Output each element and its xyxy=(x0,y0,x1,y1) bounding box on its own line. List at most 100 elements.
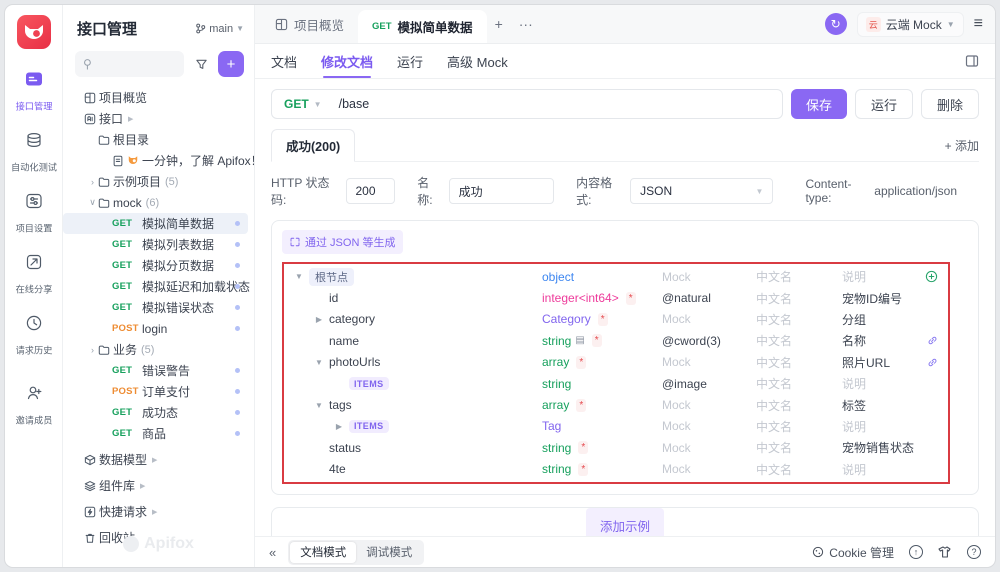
run-button[interactable]: 运行 xyxy=(854,89,913,119)
cn-name-value[interactable]: 中文名 xyxy=(756,309,792,330)
add-child-button[interactable] xyxy=(925,266,938,287)
schema-row-4te[interactable]: 4te string * Mock 中文名 说明 xyxy=(284,459,948,480)
tree-item-模拟错误状态[interactable]: GET 模拟错误状态 xyxy=(63,297,248,318)
doc-tab-修改文档[interactable]: 修改文档 xyxy=(321,44,373,78)
cookie-manager[interactable]: Cookie 管理 xyxy=(812,544,894,561)
tree-item-接口[interactable]: 接口 ▶ xyxy=(63,108,248,129)
response-tab-success[interactable]: 成功(200) xyxy=(271,129,356,162)
generate-from-json-button[interactable]: 通过 JSON 等生成 xyxy=(282,230,404,254)
schema-row-根节点[interactable]: ▼ 根节点 object Mock 中文名 说明 xyxy=(284,266,948,287)
cn-name-value[interactable]: 中文名 xyxy=(756,373,792,394)
cn-name-value[interactable]: 中文名 xyxy=(756,416,792,437)
help-icon[interactable]: ? xyxy=(967,545,981,559)
tree-item-模拟分页数据[interactable]: GET 模拟分页数据 xyxy=(63,255,248,276)
add-response-button[interactable]: + 添加 xyxy=(945,137,979,161)
mock-value[interactable]: @image xyxy=(662,373,707,394)
doc-tab-高级 Mock[interactable]: 高级 Mock xyxy=(447,44,508,78)
tree-item-业务[interactable]: › 业务 (5) xyxy=(63,339,248,360)
description-value[interactable]: 宠物ID编号 xyxy=(842,287,902,308)
doc-tab-运行[interactable]: 运行 xyxy=(397,44,423,78)
tree-item-mock[interactable]: ∨ mock (6) xyxy=(63,192,248,213)
mock-value[interactable]: Mock xyxy=(662,266,691,287)
tree-item-根目录[interactable]: 根目录 xyxy=(63,129,248,150)
tree-item-成功态[interactable]: GET 成功态 xyxy=(63,402,248,423)
environment-selector[interactable]: 云 云端 Mock ▼ xyxy=(856,11,964,37)
link-button[interactable] xyxy=(927,330,938,351)
branch-selector[interactable]: main ▼ xyxy=(195,23,244,35)
description-value[interactable]: 名称 xyxy=(842,330,866,351)
rail-item-history[interactable]: 请求历史 xyxy=(9,313,59,357)
add-api-button[interactable]: + xyxy=(218,51,244,77)
mock-value[interactable]: Mock xyxy=(662,309,691,330)
tree-item-商品[interactable]: GET 商品 xyxy=(63,423,248,444)
format-select[interactable]: JSON ▼ xyxy=(630,178,774,204)
mode-doc[interactable]: 文档模式 xyxy=(290,541,357,563)
mock-value[interactable]: @natural xyxy=(662,287,711,308)
mock-value[interactable]: Mock xyxy=(662,352,691,373)
mock-value[interactable]: Mock xyxy=(662,459,691,480)
mode-debug[interactable]: 调试模式 xyxy=(356,542,422,563)
mock-value[interactable]: Mock xyxy=(662,394,691,415)
status-code-input[interactable]: 200 xyxy=(345,178,396,204)
schema-row-category[interactable]: ▶ category Category * Mock 中文名 分组 xyxy=(284,309,948,330)
description-value[interactable]: 照片URL xyxy=(842,352,890,373)
schema-row-ITEMS[interactable]: ITEMS string @image 中文名 说明 xyxy=(284,373,948,394)
mock-value[interactable]: Mock xyxy=(662,437,691,458)
rail-item-automation[interactable]: 自动化测试 xyxy=(9,130,59,174)
description-value[interactable]: 说明 xyxy=(842,266,866,287)
mock-value[interactable]: Mock xyxy=(662,416,691,437)
rail-item-api-manage[interactable]: 接口管理 xyxy=(9,69,59,113)
tree-item-订单支付[interactable]: POST 订单支付 xyxy=(63,381,248,402)
tree-item-快捷请求[interactable]: 快捷请求 ▶ xyxy=(63,501,248,522)
tree-item-模拟简单数据[interactable]: GET 模拟简单数据 xyxy=(63,213,248,234)
response-name-input[interactable]: 成功 xyxy=(448,178,555,204)
tree-item-组件库[interactable]: 组件库 ▶ xyxy=(63,475,248,496)
tree-item-项目概览[interactable]: 项目概览 xyxy=(63,87,248,108)
tree-item-数据模型[interactable]: 数据模型 ▶ xyxy=(63,449,248,470)
tree-item-login[interactable]: POST login xyxy=(63,318,248,339)
delete-button[interactable]: 删除 xyxy=(920,89,979,119)
collapse-sidebar-icon[interactable]: « xyxy=(269,545,276,560)
url-input[interactable]: /base xyxy=(331,97,370,111)
tree-item-一分钟，了解 Apifox！[interactable]: 一分钟，了解 Apifox！ xyxy=(63,150,254,171)
tab-current-api[interactable]: GET 模拟简单数据 xyxy=(358,10,487,43)
schema-row-status[interactable]: status string * Mock 中文名 宠物销售状态 xyxy=(284,437,948,458)
cn-name-value[interactable]: 中文名 xyxy=(756,330,792,351)
filter-icon[interactable] xyxy=(190,51,212,77)
rail-item-share[interactable]: 在线分享 xyxy=(9,252,59,296)
cn-name-value[interactable]: 中文名 xyxy=(756,266,792,287)
description-value[interactable]: 分组 xyxy=(842,309,866,330)
cn-name-value[interactable]: 中文名 xyxy=(756,287,792,308)
description-value[interactable]: 说明 xyxy=(842,416,866,437)
save-button[interactable]: 保存 xyxy=(790,89,847,119)
menu-icon[interactable]: ≡ xyxy=(974,15,983,33)
tab-more-button[interactable]: ··· xyxy=(511,16,541,32)
description-value[interactable]: 宠物销售状态 xyxy=(842,437,914,458)
theme-shirt-icon[interactable] xyxy=(938,545,952,559)
tree-item-模拟列表数据[interactable]: GET 模拟列表数据 xyxy=(63,234,248,255)
schema-row-tags[interactable]: ▼ tags array * Mock 中文名 标签 xyxy=(284,394,948,415)
link-button[interactable] xyxy=(927,352,938,373)
cn-name-value[interactable]: 中文名 xyxy=(756,459,792,480)
description-value[interactable]: 标签 xyxy=(842,394,866,415)
panel-toggle-icon[interactable] xyxy=(965,54,979,68)
new-tab-button[interactable]: + xyxy=(487,16,511,32)
add-example-button[interactable]: 添加示例 xyxy=(585,507,664,536)
schema-row-ITEMS[interactable]: ▶ ITEMS Tag Mock 中文名 说明 xyxy=(284,416,948,437)
tree-item-示例项目[interactable]: › 示例项目 (5) xyxy=(63,171,248,192)
tree-item-错误警告[interactable]: GET 错误警告 xyxy=(63,360,248,381)
schema-row-name[interactable]: name string ▤ * @cword(3) 中文名 名称 xyxy=(284,330,948,351)
description-value[interactable]: 说明 xyxy=(842,373,866,394)
mock-value[interactable]: @cword(3) xyxy=(662,330,721,351)
update-icon[interactable]: ↑ xyxy=(909,545,923,559)
method-select[interactable]: GET ▼ xyxy=(272,97,331,111)
cn-name-value[interactable]: 中文名 xyxy=(756,352,792,373)
cn-name-value[interactable]: 中文名 xyxy=(756,394,792,415)
doc-tab-文档[interactable]: 文档 xyxy=(271,44,297,78)
rail-item-invite[interactable]: 邀请成员 xyxy=(9,383,59,427)
search-input[interactable]: ⚲ xyxy=(75,51,184,77)
cn-name-value[interactable]: 中文名 xyxy=(756,437,792,458)
description-value[interactable]: 说明 xyxy=(842,459,866,480)
schema-row-photoUrls[interactable]: ▼ photoUrls array * Mock 中文名 照片URL xyxy=(284,352,948,373)
tab-project-overview[interactable]: 项目概览 xyxy=(261,5,358,43)
